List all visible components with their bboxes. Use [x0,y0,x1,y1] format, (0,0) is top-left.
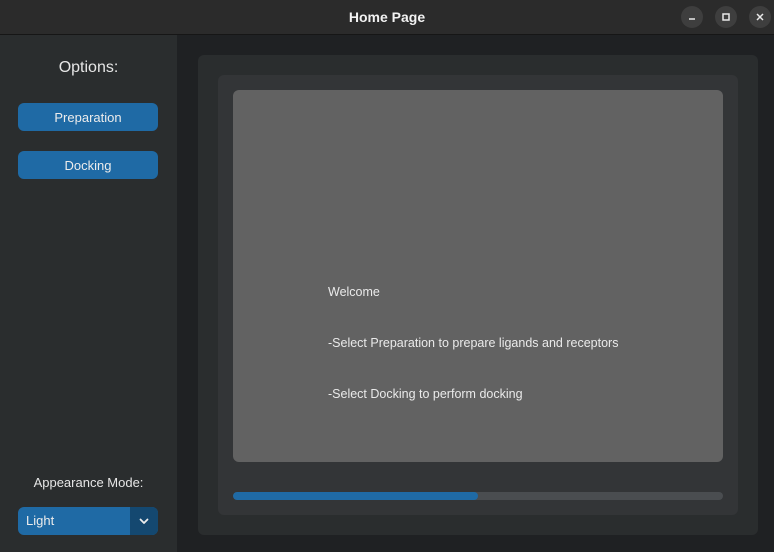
appearance-mode-select[interactable]: Light [18,507,158,535]
progress-bar [233,492,723,500]
close-icon [756,13,764,21]
app-window: Home Page Options: Preparation Docking A… [0,0,774,552]
title-bar: Home Page [0,0,774,35]
welcome-line: Welcome [328,285,380,299]
minimize-button[interactable] [681,6,703,28]
minimize-icon [689,18,695,20]
welcome-textbox[interactable]: Welcome -Select Preparation to prepare l… [233,90,723,462]
progress-bar-fill [233,492,478,500]
welcome-line: -Select Docking to perform docking [328,387,523,401]
appearance-mode-label: Appearance Mode: [33,475,144,490]
preparation-button[interactable]: Preparation [18,103,158,131]
sidebar: Options: Preparation Docking Appearance … [0,35,177,552]
docking-button[interactable]: Docking [18,151,158,179]
maximize-icon [722,13,730,21]
maximize-button[interactable] [715,6,737,28]
window-title: Home Page [348,9,426,25]
appearance-mode-value: Light [26,513,55,528]
options-heading: Options: [58,59,119,76]
chevron-down-icon [139,518,149,524]
close-button[interactable] [749,6,771,28]
welcome-text: Welcome -Select Preparation to prepare l… [328,250,618,437]
appearance-mode-dropdown-button[interactable] [130,507,158,535]
welcome-line: -Select Preparation to prepare ligands a… [328,336,619,350]
